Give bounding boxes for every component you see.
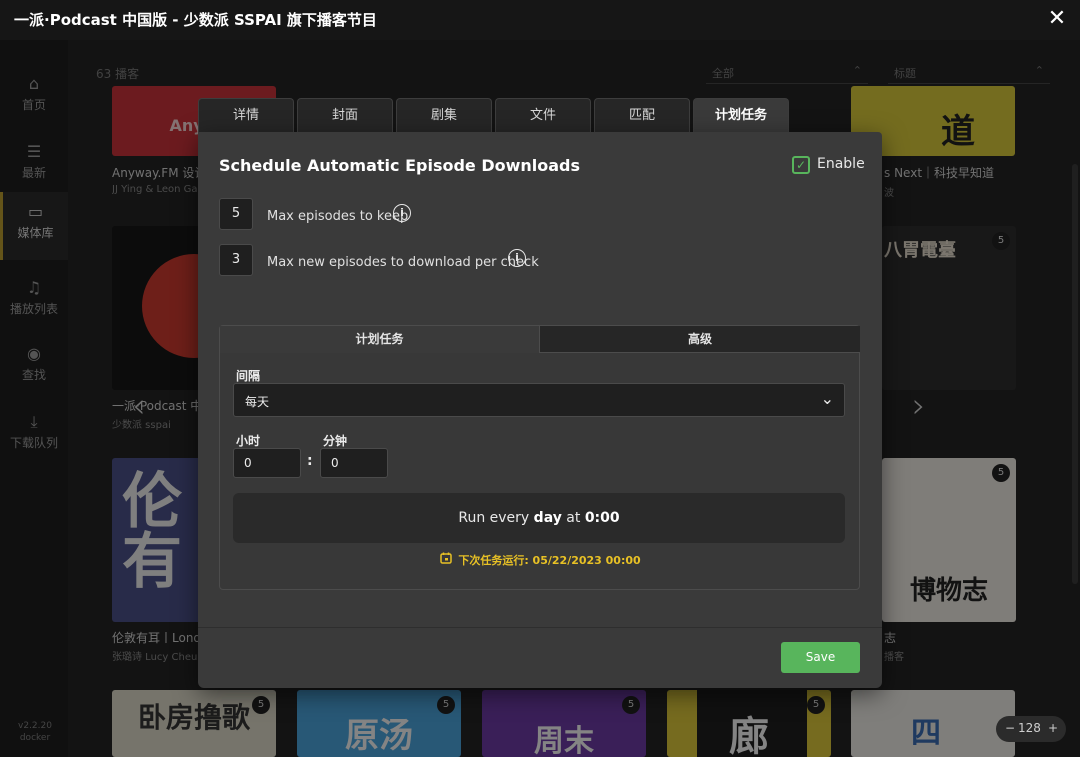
summary-prefix: Run every bbox=[458, 510, 534, 526]
checkbox-checked-icon[interactable]: ✓ bbox=[792, 156, 810, 174]
interval-value: 每天 bbox=[245, 395, 270, 409]
max-episodes-to-keep-label: Max episodes to keep bbox=[267, 209, 409, 224]
zoom-value: 128 bbox=[1018, 721, 1041, 735]
summary-unit: day bbox=[533, 510, 562, 526]
minute-input[interactable]: 0 bbox=[320, 448, 388, 478]
tab-episodes[interactable]: 剧集 bbox=[396, 98, 492, 132]
next-run-text: 下次任务运行: 05/22/2023 00:00 bbox=[458, 554, 641, 567]
max-new-episodes-label: Max new episodes to download per check bbox=[267, 255, 539, 270]
time-separator: : bbox=[307, 453, 313, 469]
schedule-editor: 计划任务 高级 间隔 每天 ⌄ 小时 0 : 分钟 0 Run every da… bbox=[219, 325, 860, 590]
summary-middle: at bbox=[561, 510, 585, 526]
summary-time: 0:00 bbox=[584, 510, 620, 526]
schedule-summary: Run every day at 0:00 bbox=[233, 493, 845, 543]
interval-label: 间隔 bbox=[236, 369, 261, 383]
max-new-episodes-input[interactable]: 3 bbox=[219, 244, 253, 276]
info-icon[interactable]: i bbox=[508, 249, 526, 267]
panel-heading: Schedule Automatic Episode Downloads bbox=[219, 156, 581, 175]
info-icon[interactable]: i bbox=[393, 204, 411, 222]
enable-label: Enable bbox=[817, 156, 865, 172]
save-button[interactable]: Save bbox=[781, 642, 860, 673]
max-episodes-to-keep-input[interactable]: 5 bbox=[219, 198, 253, 230]
calendar-icon bbox=[440, 552, 453, 567]
zoom-in-button[interactable]: + bbox=[1048, 721, 1058, 735]
podcast-edit-modal: 详情 封面 剧集 文件 匹配 计划任务 Schedule Automatic E… bbox=[198, 98, 882, 688]
tab-match[interactable]: 匹配 bbox=[594, 98, 690, 132]
minute-label: 分钟 bbox=[323, 434, 348, 448]
schedule-panel: Schedule Automatic Episode Downloads ✓ E… bbox=[198, 132, 882, 688]
zoom-control: − 128 + bbox=[996, 716, 1066, 742]
hour-input[interactable]: 0 bbox=[233, 448, 301, 478]
close-icon[interactable]: ✕ bbox=[1046, 8, 1068, 30]
modal-tabs: 详情 封面 剧集 文件 匹配 计划任务 bbox=[198, 98, 882, 132]
title-bar: 一派·Podcast 中国版 - 少数派 SSPAI 旗下播客节目 ✕ bbox=[0, 0, 1080, 40]
footer-divider bbox=[198, 627, 882, 628]
tab-schedule-basic[interactable]: 计划任务 bbox=[220, 326, 540, 353]
tab-files[interactable]: 文件 bbox=[495, 98, 591, 132]
tab-schedule-advanced[interactable]: 高级 bbox=[540, 326, 860, 353]
interval-select[interactable]: 每天 ⌄ bbox=[233, 383, 845, 417]
next-run-info: 下次任务运行: 05/22/2023 00:00 bbox=[220, 552, 861, 568]
window-title: 一派·Podcast 中国版 - 少数派 SSPAI 旗下播客节目 bbox=[14, 11, 377, 29]
tab-cover[interactable]: 封面 bbox=[297, 98, 393, 132]
chevron-down-icon: ⌄ bbox=[820, 389, 834, 408]
hour-label: 小时 bbox=[236, 434, 261, 448]
app-window: 一派·Podcast 中国版 - 少数派 SSPAI 旗下播客节目 ✕ ⌂ 首页… bbox=[0, 0, 1080, 757]
tab-schedule[interactable]: 计划任务 bbox=[693, 98, 789, 132]
zoom-out-button[interactable]: − bbox=[1005, 721, 1015, 735]
tab-details[interactable]: 详情 bbox=[198, 98, 294, 132]
